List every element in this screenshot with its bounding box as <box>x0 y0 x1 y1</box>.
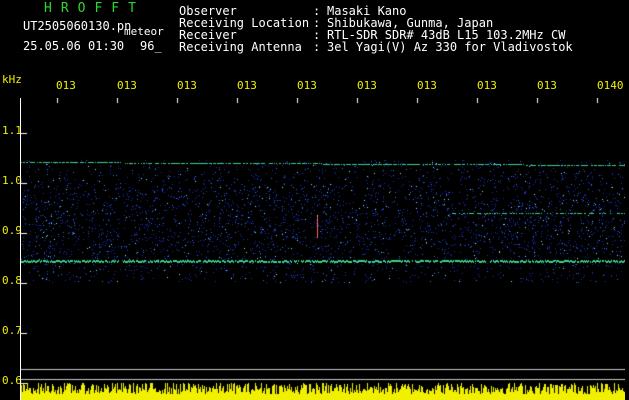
time-tick: 013 <box>477 79 497 92</box>
brand-title: HROFFT <box>44 1 145 16</box>
freq-tick: 0.6 <box>2 374 22 387</box>
freq-tick: 0.7 <box>2 324 22 337</box>
freq-tick: 1.1 <box>2 124 22 137</box>
spectrogram-plot <box>20 98 625 400</box>
antenna-label: Receiving Antenna <box>179 40 302 54</box>
freq-tick: 0.8 <box>2 274 22 287</box>
date-time: 25.05.06 01:30 <box>23 39 125 53</box>
antenna-value: 3el Yagi(V) Az 330 for Vladivostok <box>327 40 573 54</box>
filename: UT2505060130.pn <box>23 19 132 33</box>
time-tick: 013 <box>117 79 137 92</box>
time-tick: 013 <box>297 79 317 92</box>
time-tick: 013 <box>417 79 437 92</box>
y-axis-unit: kHz <box>2 73 22 86</box>
time-tick: 013 <box>237 79 257 92</box>
freq-tick: 1.0 <box>2 174 22 187</box>
meteor-label: meteor <box>124 25 164 38</box>
time-tick: 013 <box>537 79 557 92</box>
time-tick: 013 <box>177 79 197 92</box>
time-tick: 0140 <box>597 79 624 92</box>
freq-tick: 0.9 <box>2 224 22 237</box>
time-tick: 013 <box>56 79 76 92</box>
time-tick: 013 <box>357 79 377 92</box>
meteor-count: 96_ <box>140 39 162 53</box>
spectrogram-canvas <box>21 98 625 400</box>
colon: : <box>313 40 321 54</box>
